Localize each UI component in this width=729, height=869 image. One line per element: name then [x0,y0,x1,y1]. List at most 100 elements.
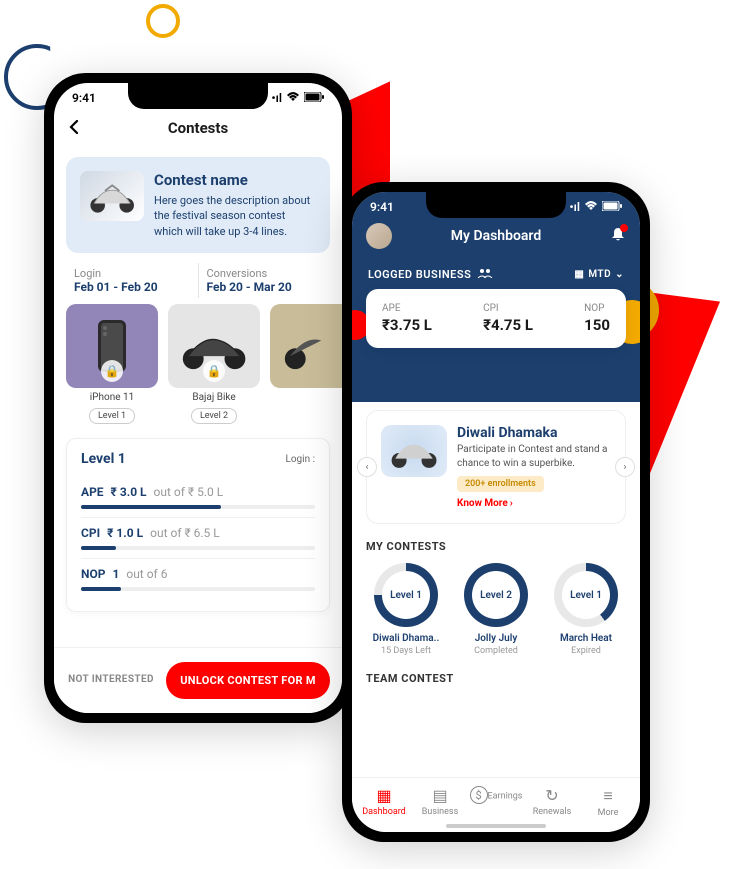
tab-earnings[interactable]: $Earnings [468,786,524,818]
prize-label: Bajaj Bike [168,392,260,403]
conversion-date-label: Conversions [207,267,323,280]
notifications-button[interactable] [610,226,626,246]
contest-image [80,171,144,221]
lock-icon: 🔒 [203,360,225,382]
stats-card: APE₹3.75 L CPI₹4.75 L NOP150 [366,289,626,348]
stat-label: NOP [584,303,610,314]
back-button[interactable] [68,116,80,140]
conversion-date-value: Feb 20 - Mar 20 [207,280,323,294]
metric-name: NOP [81,567,105,581]
wifi-icon [286,91,300,105]
carousel-next-button[interactable]: › [615,457,635,477]
earnings-icon: $ [470,786,488,804]
wifi-icon [584,200,598,214]
page-title: Contests [168,119,228,137]
progress-ring: Level 2 [464,563,528,627]
metric-row: APE ₹ 3.0 L out of ₹ 5.0 L [81,477,315,518]
contest-title: Diwali Dhamaka [457,425,611,441]
section-title: MY CONTESTS [366,540,626,553]
contest-name: March Heat [546,633,626,644]
stat-value: ₹3.75 L [382,316,432,334]
phone-notch [426,192,566,218]
contest-dates: Login Feb 01 - Feb 20 Conversions Feb 20… [66,263,330,298]
carousel-prev-button[interactable]: ‹ [357,457,377,477]
status-time: 9:41 [370,200,394,214]
contest-status: Expired [546,646,626,656]
unlock-contest-button[interactable]: UNLOCK CONTEST FOR M [166,662,330,699]
tab-renewals[interactable]: ↻Renewals [524,786,580,818]
contest-item[interactable]: Level 1 March Heat Expired [546,563,626,656]
lock-icon: 🔒 [101,360,123,382]
level-title: Level 1 [81,451,126,467]
signal-icon: •ıl [569,200,580,214]
contest-status: Completed [456,646,536,656]
battery-icon [304,91,324,105]
prize-image [270,304,342,388]
renewals-icon: ↻ [524,786,580,805]
progress-ring: Level 1 [554,563,618,627]
contest-item[interactable]: Level 1 Diwali Dhama.. 15 Days Left [366,563,446,656]
prize-image-iphone: 🔒 [66,304,158,388]
contest-status: 15 Days Left [366,646,446,656]
prize-level: Level 1 [89,408,135,424]
prize-item[interactable]: 🔒 iPhone 11 Level 1 [66,304,158,424]
phone-contests: 9:41 •ıl Contests Contest name [44,73,352,723]
tab-business[interactable]: ▤Business [412,786,468,818]
tab-dashboard[interactable]: ▦Dashboard [356,786,412,818]
progress-bar [81,505,315,509]
login-date-value: Feb 01 - Feb 20 [74,280,190,294]
progress-bar [81,587,315,591]
tab-more[interactable]: ≡More [580,786,636,818]
metric-row: CPI ₹ 1.0 L out of ₹ 6.5 L [81,518,315,559]
prize-level: Level 2 [191,408,237,424]
contest-item[interactable]: Level 2 Jolly July Completed [456,563,536,656]
prize-item[interactable] [270,304,342,424]
period-value: MTD [588,269,611,280]
metric-value: ₹ 1.0 L [107,526,143,540]
business-icon: ▤ [412,786,468,805]
period-selector[interactable]: ▦ MTD ⌄ [574,269,624,280]
stat-value: ₹4.75 L [483,316,533,334]
prize-label: iPhone 11 [66,392,158,403]
notification-dot [620,224,628,232]
not-interested-button[interactable]: NOT INTERESTED [66,662,156,699]
metric-name: APE [81,485,104,499]
people-icon [477,268,493,281]
level-subtitle: Login : [285,454,315,465]
home-indicator [446,824,546,828]
bg-circle-yellow [146,4,180,38]
featured-contest-card[interactable]: ‹ › Diwali Dhamaka Participate in Contes… [366,410,626,524]
section-title: TEAM CONTEST [366,672,626,685]
stat-value: 150 [584,316,610,334]
metric-value: ₹ 3.0 L [111,485,147,499]
phone-dashboard: 9:41 •ıl My Dashboard LOGGED BUSINESS [342,182,650,842]
metric-rest: out of ₹ 5.0 L [154,485,224,499]
chevron-right-icon: › [510,498,513,509]
contest-desc: Here goes the description about the fest… [154,193,316,239]
know-more-link[interactable]: Know More › [457,498,611,509]
metric-value: 1 [112,567,119,581]
progress-bar [81,546,315,550]
page-title: My Dashboard [451,228,541,244]
contest-banner[interactable]: Contest name Here goes the description a… [66,157,330,253]
battery-icon [602,200,622,214]
chevron-down-icon: ⌄ [615,269,624,280]
contest-name: Diwali Dhama.. [366,633,446,644]
login-date-label: Login [74,267,190,280]
level-progress-card: Level 1 Login : APE ₹ 3.0 L out of ₹ 5.0… [66,438,330,612]
contest-desc: Participate in Contest and stand a chanc… [457,443,611,470]
prize-carousel[interactable]: 🔒 iPhone 11 Level 1 🔒 Bajaj Bike Level 2 [54,304,342,424]
metric-name: CPI [81,526,100,540]
signal-icon: •ıl [271,91,282,105]
contest-name: Contest name [154,171,316,189]
avatar[interactable] [366,223,392,249]
stat-label: CPI [483,303,533,314]
metric-rest: out of 6 [126,567,167,581]
more-icon: ≡ [580,786,636,806]
phone-notch [128,83,268,109]
contest-image [381,425,447,477]
metric-row: NOP 1 out of 6 [81,559,315,599]
status-time: 9:41 [72,91,96,105]
prize-item[interactable]: 🔒 Bajaj Bike Level 2 [168,304,260,424]
prize-image-bike: 🔒 [168,304,260,388]
